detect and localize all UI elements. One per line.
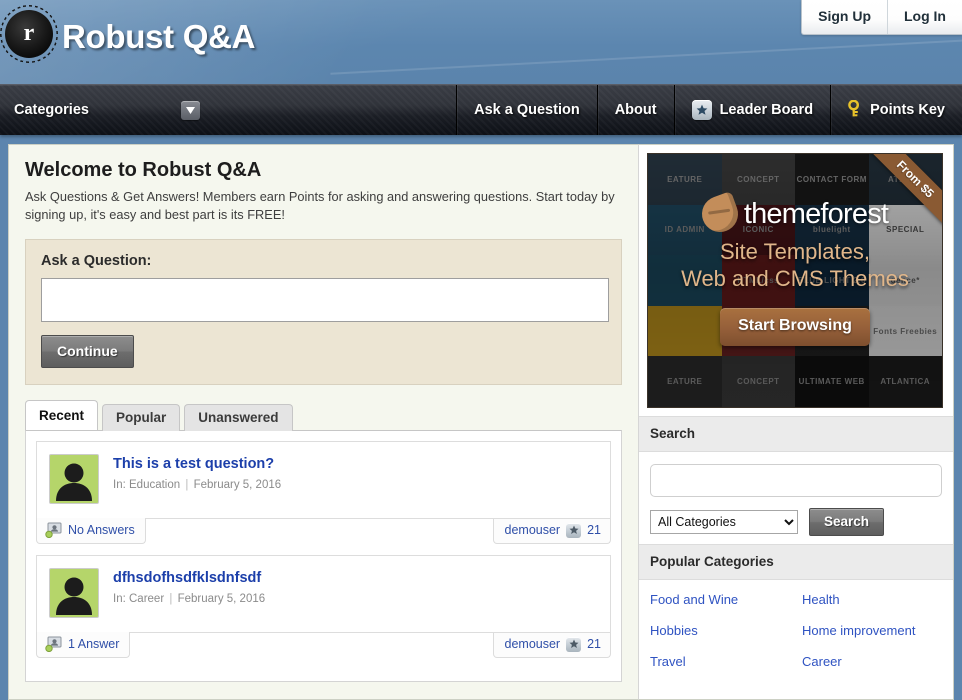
question-title-link[interactable]: This is a test question?	[113, 456, 281, 472]
points-value: 21	[587, 637, 601, 651]
question-body: This is a test question? In: Education |…	[113, 454, 281, 504]
nav-categories-dropdown[interactable]: Categories	[0, 85, 458, 135]
nav-item-points-key[interactable]: Points Key	[831, 85, 962, 135]
answers-count-label: 1 Answer	[68, 637, 120, 651]
question-list: This is a test question? In: Education |…	[25, 430, 622, 682]
ask-question-panel: Ask a Question: Continue	[25, 239, 622, 385]
points-value: 21	[587, 523, 601, 537]
question-meta: In: Education | February 5, 2016	[113, 479, 281, 491]
question-category: Education	[129, 479, 181, 491]
advertisement-banner[interactable]: EATURE CONCEPT CONTACT FORM ATLANT ID AD…	[647, 153, 943, 408]
nav-item-label: About	[614, 102, 657, 118]
continue-button[interactable]: Continue	[41, 335, 134, 368]
search-section-body: All Categories Search	[639, 452, 953, 544]
category-link-health[interactable]: Health	[802, 592, 942, 607]
welcome-heading: Welcome to Robust Q&A	[25, 159, 262, 181]
ad-tagline-line2: Web and CMS Themes	[681, 266, 909, 291]
search-section-heading: Search	[639, 416, 953, 452]
ad-tagline: Site Templates, Web and CMS Themes	[681, 238, 909, 292]
sign-up-button[interactable]: Sign Up	[802, 0, 887, 34]
auth-links: Sign Up Log In	[801, 0, 962, 35]
meta-separator: |	[185, 479, 189, 491]
search-category-select[interactable]: All Categories	[650, 510, 798, 534]
question-date: February 5, 2016	[193, 479, 282, 491]
key-icon	[848, 99, 862, 121]
answers-count-badge[interactable]: 1 Answer	[36, 632, 131, 658]
star-badge-icon	[691, 100, 712, 120]
page-body: Welcome to Robust Q&A Ask Questions & Ge…	[0, 135, 962, 700]
category-link-travel[interactable]: Travel	[650, 654, 802, 669]
popular-categories-heading: Popular Categories	[639, 544, 953, 580]
search-controls-row: All Categories Search	[650, 508, 942, 536]
meta-separator: |	[169, 593, 173, 605]
site-logo[interactable]: r	[0, 5, 58, 63]
author-points-badge[interactable]: demouser 21	[492, 632, 611, 658]
user-avatar-icon	[49, 454, 99, 504]
answers-count-label: No Answers	[68, 523, 135, 537]
category-link-food-and-wine[interactable]: Food and Wine	[650, 592, 802, 607]
question-body: dfhsdofhsdfklsdnfsdf In: Career | Februa…	[113, 568, 265, 618]
question-footer: No Answers demouser 21	[36, 518, 611, 544]
popular-categories-list: Food and Wine Health Hobbies Home improv…	[639, 580, 953, 679]
question-meta: In: Career | February 5, 2016	[113, 593, 265, 605]
author-points-badge[interactable]: demouser 21	[492, 518, 611, 544]
question-footer: 1 Answer demouser 21	[36, 632, 611, 658]
nav-item-label: Leader Board	[719, 102, 814, 118]
logo-letter: r	[23, 19, 35, 46]
nav-item-leader-board[interactable]: Leader Board	[675, 85, 832, 135]
category-link-home-improvement[interactable]: Home improvement	[802, 623, 942, 638]
tab-recent[interactable]: Recent	[25, 400, 99, 430]
answers-icon	[45, 636, 62, 652]
ad-brand-row: themeforest	[696, 190, 889, 238]
nav-item-label: Ask a Question	[474, 102, 580, 118]
ad-brand-name: themeforest	[743, 197, 889, 230]
star-icon	[566, 636, 582, 652]
question-meta-prefix: In:	[113, 479, 126, 491]
question-meta-prefix: In:	[113, 593, 126, 605]
question-date: February 5, 2016	[177, 593, 266, 605]
page-title: Robust Q&A	[62, 18, 256, 55]
author-name: demouser	[504, 523, 561, 537]
ask-question-label: Ask a Question:	[41, 253, 152, 269]
list-item: This is a test question? In: Education |…	[36, 441, 611, 544]
nav-categories-label: Categories	[14, 102, 89, 118]
category-link-hobbies[interactable]: Hobbies	[650, 623, 802, 638]
nav-item-label: Points Key	[870, 102, 945, 118]
welcome-description: Ask Questions & Get Answers! Members ear…	[25, 189, 615, 222]
site-header: r Robust Q&A Sign Up Log In	[0, 0, 962, 84]
star-icon	[566, 522, 582, 538]
search-input[interactable]	[650, 464, 942, 497]
tab-popular[interactable]: Popular	[102, 404, 181, 431]
question-tabs: Recent Popular Unanswered	[25, 400, 622, 431]
sidebar: EATURE CONCEPT CONTACT FORM ATLANT ID AD…	[638, 144, 954, 700]
author-name: demouser	[504, 637, 561, 651]
chevron-down-icon[interactable]	[180, 100, 200, 120]
question-card[interactable]: This is a test question? In: Education |…	[36, 441, 611, 519]
log-in-button[interactable]: Log In	[887, 0, 962, 34]
user-avatar-icon	[49, 568, 99, 618]
ask-question-input[interactable]	[41, 278, 609, 322]
question-category: Career	[129, 593, 165, 605]
answers-count-badge[interactable]: No Answers	[36, 518, 146, 544]
main-navigation: Categories Ask a Question About Leader B…	[0, 84, 962, 135]
question-title-link[interactable]: dfhsdofhsdfklsdnfsdf	[113, 570, 265, 586]
list-item: dfhsdofhsdfklsdnfsdf In: Career | Februa…	[36, 555, 611, 658]
nav-item-about[interactable]: About	[598, 85, 675, 135]
start-browsing-button[interactable]: Start Browsing	[720, 308, 870, 346]
answers-icon	[45, 522, 62, 538]
ad-content: themeforest Site Templates, Web and CMS …	[648, 154, 942, 407]
category-link-career[interactable]: Career	[802, 654, 942, 669]
question-card[interactable]: dfhsdofhsdfklsdnfsdf In: Career | Februa…	[36, 555, 611, 633]
ad-tagline-line1: Site Templates,	[719, 239, 870, 264]
tab-unanswered[interactable]: Unanswered	[184, 404, 293, 431]
search-button[interactable]: Search	[809, 508, 885, 536]
main-content: Welcome to Robust Q&A Ask Questions & Ge…	[8, 144, 638, 700]
nav-item-ask-a-question[interactable]: Ask a Question	[457, 85, 598, 135]
themeforest-leaf-icon	[696, 190, 743, 238]
